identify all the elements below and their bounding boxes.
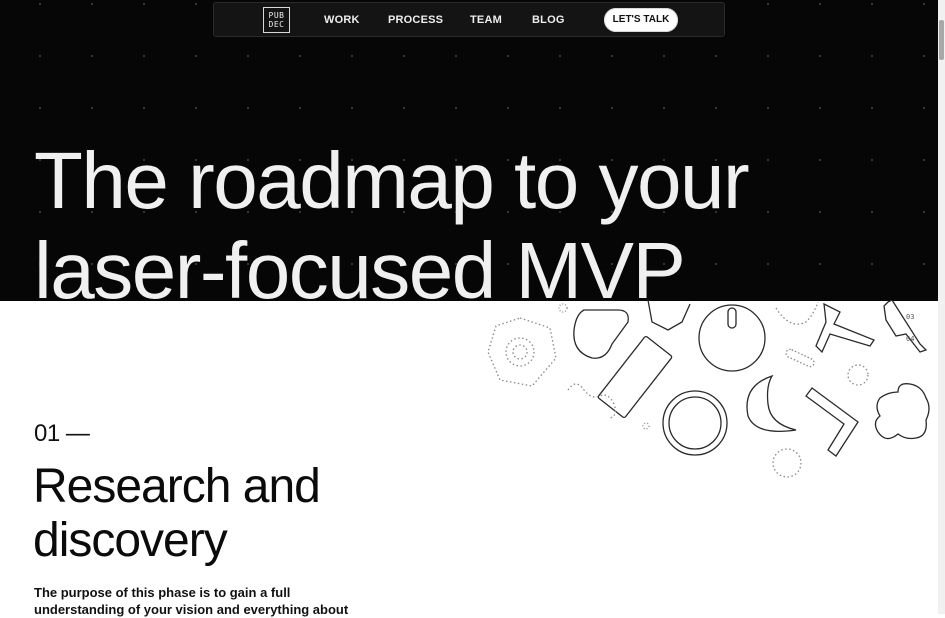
- dotted-squiggle-shape: [567, 383, 616, 419]
- step-number: 01 —: [34, 420, 90, 447]
- nav-link-blog[interactable]: BLOG: [532, 14, 565, 26]
- dotted-ring-shape: [505, 337, 535, 367]
- nav-link-process[interactable]: PROCESS: [388, 14, 443, 26]
- pentagon-shape: [647, 300, 691, 331]
- ring-shape-outer: [662, 390, 728, 456]
- section-description: The purpose of this phase is to gain a f…: [34, 585, 349, 617]
- dotted-circle-small: [847, 364, 869, 386]
- dial-knob-shape: [727, 307, 737, 329]
- dotted-ring-shape-inner: [512, 344, 528, 360]
- chevron-shape: [805, 387, 859, 457]
- shape-index-label-03: 03: [906, 313, 915, 321]
- crescent-shape: [746, 374, 797, 433]
- dotted-dot-shape-2: [642, 422, 650, 430]
- section-title: Research and discovery: [33, 460, 321, 568]
- capsule-shape: [785, 348, 815, 368]
- logo-line-2: DEC: [268, 20, 285, 29]
- top-nav: PUB DEC WORK PROCESS TEAM BLOG LET'S TAL…: [213, 2, 725, 37]
- dotted-curve-shape: [775, 301, 819, 325]
- dotted-dot-shape: [558, 303, 568, 313]
- hero-section: PUB DEC WORK PROCESS TEAM BLOG LET'S TAL…: [0, 0, 938, 301]
- scrollbar-thumb[interactable]: [939, 20, 944, 60]
- nav-link-work[interactable]: WORK: [324, 14, 360, 26]
- logo-line-1: PUB: [268, 11, 285, 20]
- hero-title-line-1: The roadmap to your: [34, 136, 750, 225]
- rounded-square-shape: [573, 309, 629, 359]
- ring-shape-inner: [668, 396, 722, 450]
- shape-index-label-04: 04: [906, 335, 915, 343]
- scrollbar-track[interactable]: [938, 0, 945, 614]
- section-title-line-1: Research and: [33, 460, 321, 513]
- bracket-shape: [883, 300, 928, 353]
- dial-shape: [698, 304, 766, 372]
- process-shapes-illustration: [487, 300, 930, 478]
- dotted-hexagon-shape: [487, 317, 557, 387]
- dotted-circle-bottom: [772, 448, 802, 478]
- t-shape: [815, 302, 875, 354]
- hero-title: The roadmap to your laser-focused MVP: [34, 136, 750, 301]
- pubdec-logo[interactable]: PUB DEC: [263, 7, 290, 33]
- rectangle-shape: [597, 335, 673, 419]
- cross-shape: [874, 383, 930, 440]
- section-title-line-2: discovery: [33, 514, 228, 567]
- nav-link-team[interactable]: TEAM: [470, 14, 502, 26]
- hero-title-line-2: laser-focused MVP: [34, 226, 686, 301]
- lets-talk-button[interactable]: LET'S TALK: [604, 8, 678, 32]
